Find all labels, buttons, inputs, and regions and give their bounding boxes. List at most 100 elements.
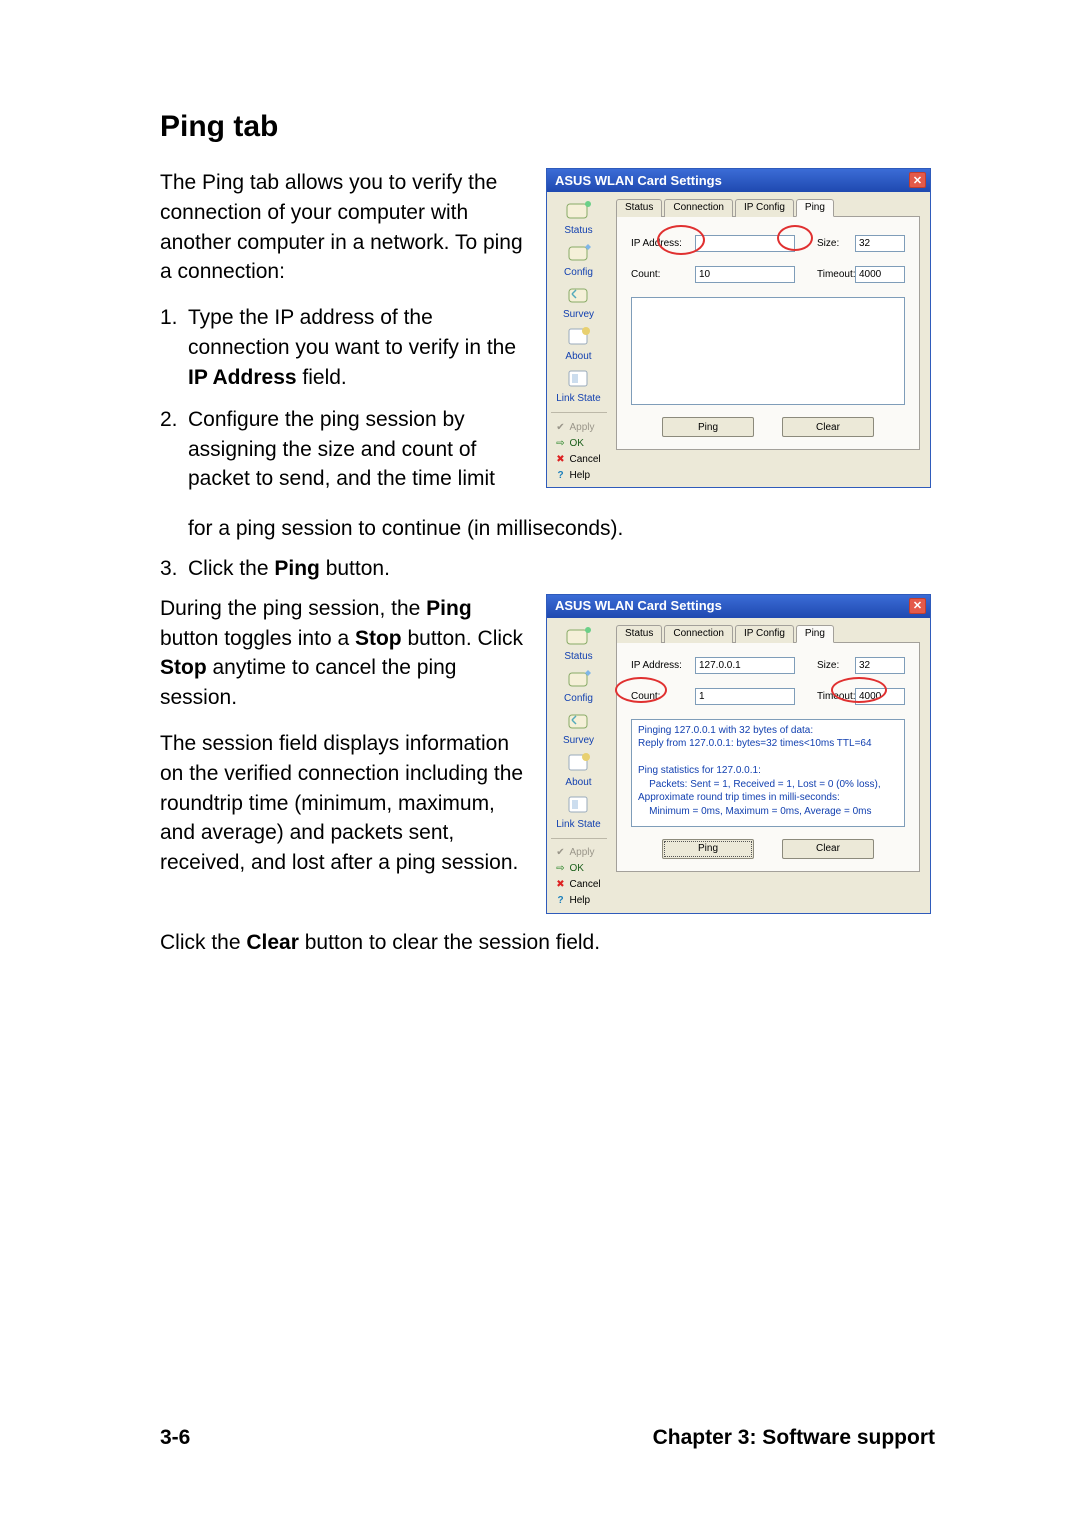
ip-address-label: IP Address: — [631, 660, 695, 671]
left-column-1: The Ping tab allows you to verify the co… — [160, 168, 530, 506]
help-button[interactable]: ?Help — [551, 467, 607, 483]
sidebar-item-about[interactable]: About — [550, 750, 608, 788]
close-icon[interactable]: ✕ — [909, 598, 926, 614]
apply-button: ✔Apply — [551, 419, 607, 435]
dialog-main-panel: Status Connection IP Config Ping IP Addr… — [610, 192, 930, 487]
step-1-post: field. — [297, 366, 347, 389]
tab-strip: Status Connection IP Config Ping — [616, 624, 920, 642]
count-label: Count: — [631, 269, 695, 280]
tab-status[interactable]: Status — [616, 199, 662, 217]
size-input[interactable] — [855, 235, 905, 252]
sidebar-item-config[interactable]: Config — [550, 666, 608, 704]
step-number: 1. — [160, 303, 188, 392]
count-input[interactable] — [695, 688, 795, 705]
sidebar-item-config[interactable]: Config — [550, 240, 608, 278]
steps-list: 1. Type the IP address of the connection… — [160, 303, 530, 494]
ping-button[interactable]: Ping — [662, 417, 754, 437]
survey-icon — [564, 708, 594, 734]
step-number: 3. — [160, 554, 188, 584]
sidebar-item-survey[interactable]: Survey — [550, 708, 608, 746]
sidebar-separator — [551, 838, 607, 839]
ok-button[interactable]: ⇨OK — [551, 861, 607, 877]
sidebar-item-label: Link State — [550, 819, 608, 830]
ok-icon: ⇨ — [555, 437, 567, 449]
ping-log — [631, 297, 905, 405]
step-number: 2. — [160, 405, 188, 494]
sidebar-item-linkstate[interactable]: Link State — [550, 366, 608, 404]
ok-icon: ⇨ — [555, 863, 567, 875]
survey-icon — [564, 282, 594, 308]
step-3: 3. Click the Ping button. — [160, 554, 935, 584]
help-icon: ? — [555, 895, 567, 907]
tab-ping[interactable]: Ping — [796, 199, 834, 217]
cancel-icon: ✖ — [555, 879, 567, 891]
sidebar-item-label: Config — [550, 267, 608, 278]
tab-connection[interactable]: Connection — [664, 199, 733, 217]
ip-address-input[interactable] — [695, 235, 795, 252]
page-heading: Ping tab — [160, 110, 935, 144]
clear-button[interactable]: Clear — [782, 839, 874, 859]
size-input[interactable] — [855, 657, 905, 674]
help-icon: ? — [555, 469, 567, 481]
sidebar-item-label: Config — [550, 693, 608, 704]
row-1: The Ping tab allows you to verify the co… — [160, 168, 935, 506]
sidebar-item-label: Status — [550, 225, 608, 236]
dialog-title: ASUS WLAN Card Settings — [555, 598, 722, 613]
tab-ipconfig[interactable]: IP Config — [735, 625, 794, 643]
row-2: During the ping session, the Ping button… — [160, 594, 935, 914]
dialog-titlebar: ASUS WLAN Card Settings ✕ — [547, 169, 930, 192]
step-3-post: button. — [320, 557, 390, 580]
tab-connection[interactable]: Connection — [664, 625, 733, 643]
chapter-title: Chapter 3: Software support — [653, 1426, 935, 1450]
check-icon: ✔ — [555, 847, 567, 859]
tab-status[interactable]: Status — [616, 625, 662, 643]
step-2: 2. Configure the ping session by assigni… — [160, 405, 530, 494]
timeout-input[interactable] — [855, 266, 905, 283]
step-1: 1. Type the IP address of the connection… — [160, 303, 530, 392]
sidebar-item-label: Survey — [550, 735, 608, 746]
ok-button[interactable]: ⇨OK — [551, 435, 607, 451]
count-input[interactable] — [695, 266, 795, 283]
cancel-button[interactable]: ✖Cancel — [551, 451, 607, 467]
clear-button[interactable]: Clear — [782, 417, 874, 437]
right-column-2: ASUS WLAN Card Settings ✕ Status Config — [546, 594, 931, 914]
wlan-settings-dialog-2: ASUS WLAN Card Settings ✕ Status Config — [546, 594, 931, 914]
status-icon — [564, 624, 594, 650]
dialog-titlebar: ASUS WLAN Card Settings ✕ — [547, 595, 930, 618]
sidebar-item-status[interactable]: Status — [550, 198, 608, 236]
step-3-bold: Ping — [274, 557, 320, 580]
ip-address-label: IP Address: — [631, 238, 695, 249]
sidebar-item-linkstate[interactable]: Link State — [550, 792, 608, 830]
ip-address-input[interactable] — [695, 657, 795, 674]
linkstate-icon — [564, 792, 594, 818]
help-button[interactable]: ?Help — [551, 893, 607, 909]
clear-sentence: Click the Clear button to clear the sess… — [160, 928, 935, 958]
about-icon — [564, 324, 594, 350]
close-icon[interactable]: ✕ — [909, 172, 926, 188]
dialog-sidebar: Status Config Survey About — [547, 618, 610, 913]
ping-button[interactable]: Ping — [662, 839, 754, 859]
linkstate-icon — [564, 366, 594, 392]
tab-strip: Status Connection IP Config Ping — [616, 198, 920, 216]
left-column-2: During the ping session, the Ping button… — [160, 594, 530, 914]
sidebar-item-status[interactable]: Status — [550, 624, 608, 662]
size-label: Size: — [817, 660, 855, 671]
timeout-label: Timeout: — [817, 269, 855, 280]
step-2-cont: for a ping session to continue (in milli… — [160, 514, 935, 544]
sidebar-item-label: About — [550, 351, 608, 362]
wlan-settings-dialog-1: ASUS WLAN Card Settings ✕ Status Config — [546, 168, 931, 488]
sidebar-item-survey[interactable]: Survey — [550, 282, 608, 320]
sidebar-item-label: Status — [550, 651, 608, 662]
sidebar-item-about[interactable]: About — [550, 324, 608, 362]
config-icon — [564, 240, 594, 266]
apply-button: ✔Apply — [551, 845, 607, 861]
about-icon — [564, 750, 594, 776]
cancel-button[interactable]: ✖Cancel — [551, 877, 607, 893]
session-field-paragraph: The session field displays information o… — [160, 729, 530, 878]
tab-ipconfig[interactable]: IP Config — [735, 199, 794, 217]
sidebar-item-label: Link State — [550, 393, 608, 404]
step-2-body: Configure the ping session by assigning … — [188, 405, 530, 494]
tab-ping[interactable]: Ping — [796, 625, 834, 643]
timeout-input[interactable] — [855, 688, 905, 705]
page-footer: 3-6 Chapter 3: Software support — [160, 1426, 935, 1450]
